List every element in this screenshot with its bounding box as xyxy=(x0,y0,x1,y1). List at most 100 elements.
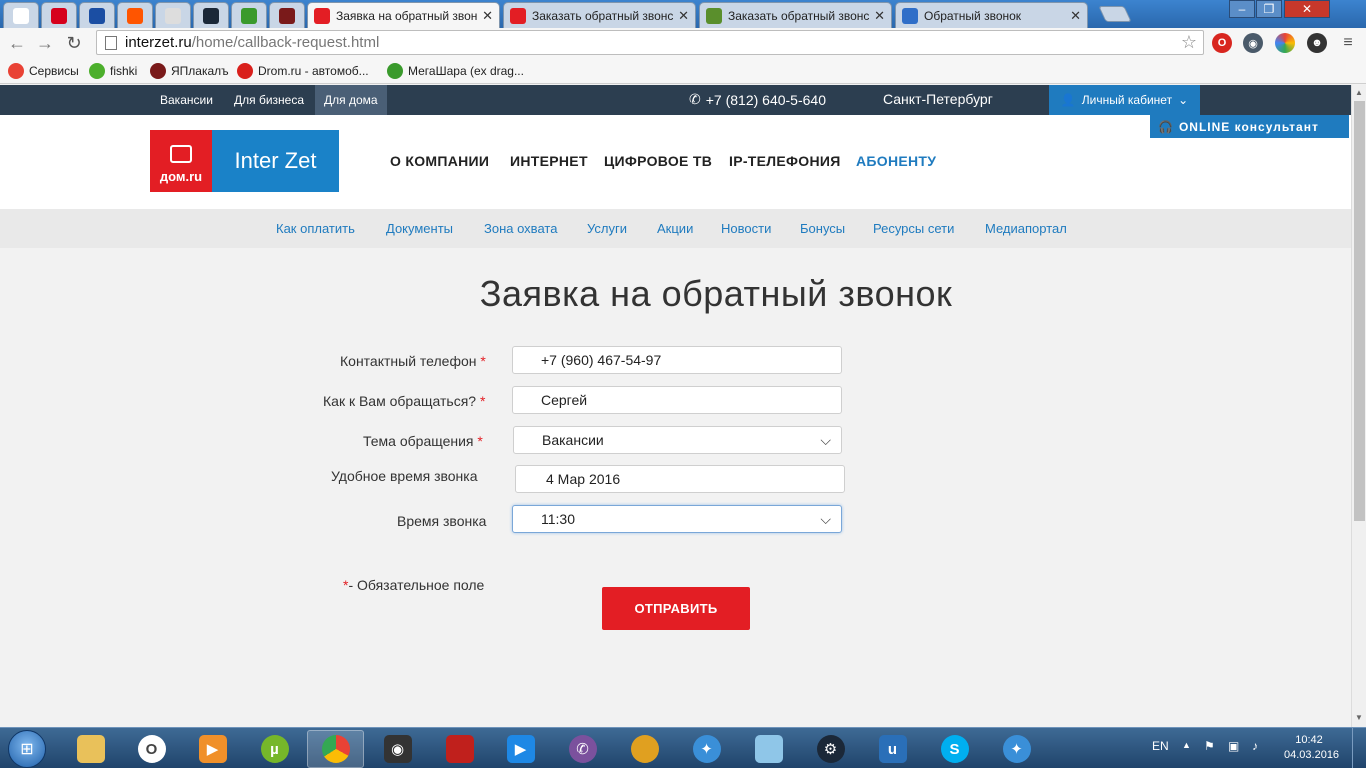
nav-about[interactable]: О КОМПАНИИ xyxy=(390,153,489,169)
new-tab-button[interactable] xyxy=(1098,6,1132,22)
minimize-window-button[interactable]: – xyxy=(1229,0,1255,18)
bookmark-item[interactable]: fishki xyxy=(89,62,137,80)
close-window-button[interactable]: ✕ xyxy=(1284,0,1330,18)
site-logo[interactable]: дом.ru Inter Zet xyxy=(150,130,339,192)
language-indicator[interactable]: EN xyxy=(1152,739,1169,753)
subnav-services[interactable]: Услуги xyxy=(587,221,627,236)
submit-button[interactable]: ОТПРАВИТЬ xyxy=(602,587,750,630)
scroll-down-icon[interactable]: ▼ xyxy=(1355,713,1363,722)
scrollbar-thumb[interactable] xyxy=(1354,101,1365,521)
game-taskbar-icon[interactable] xyxy=(616,730,673,768)
show-desktop-button[interactable] xyxy=(1352,728,1366,768)
menu-icon[interactable]: ≡ xyxy=(1338,33,1358,53)
phone-label: Контактный телефон * xyxy=(340,353,486,369)
network-icon[interactable]: ▣ xyxy=(1228,739,1239,753)
subnav-network-resources[interactable]: Ресурсы сети xyxy=(873,221,954,236)
eye-extension-icon[interactable]: ◉ xyxy=(1243,33,1263,53)
forward-icon[interactable]: → xyxy=(34,32,56,54)
flag-icon[interactable]: ⚑ xyxy=(1204,739,1215,753)
city-selector[interactable]: Санкт-Петербург xyxy=(883,91,993,107)
segment-business[interactable]: Для бизнеса xyxy=(225,85,313,115)
browser-tab[interactable]: Заказать обратный звонс ✕ xyxy=(699,2,892,28)
uplay-taskbar-icon[interactable]: u xyxy=(864,730,921,768)
safari-taskbar-icon[interactable]: ✦ xyxy=(678,730,735,768)
start-button[interactable]: ⊞ xyxy=(8,730,46,768)
segment-vacancies[interactable]: Вакансии xyxy=(151,85,222,115)
close-tab-icon[interactable]: ✕ xyxy=(874,8,885,24)
browser-tab[interactable] xyxy=(231,2,267,28)
date-field[interactable]: 4 Мар 2016 xyxy=(515,465,845,493)
skype-taskbar-icon[interactable]: S xyxy=(926,730,983,768)
close-tab-icon[interactable]: ✕ xyxy=(482,8,493,24)
site-topbar: Вакансии Для бизнеса Для дома ✆ +7 (812)… xyxy=(0,85,1351,115)
opera-extension-icon[interactable]: O xyxy=(1212,33,1232,53)
nav-subscriber[interactable]: АБОНЕНТУ xyxy=(856,153,936,169)
browser-tab[interactable] xyxy=(41,2,77,28)
subnav-documents[interactable]: Документы xyxy=(386,221,453,236)
chrome-taskbar-icon[interactable] xyxy=(307,730,364,768)
subnav-mediaportal[interactable]: Медиапортал xyxy=(985,221,1067,236)
online-consultant-button[interactable]: 🎧 ONLINE консультант xyxy=(1150,115,1349,138)
browser-tab[interactable] xyxy=(269,2,305,28)
explorer-taskbar-icon[interactable] xyxy=(62,730,119,768)
name-field[interactable]: Сергей xyxy=(512,386,842,414)
color-extension-icon[interactable] xyxy=(1275,33,1295,53)
notes-taskbar-icon[interactable] xyxy=(740,730,797,768)
nav-ip-telephony[interactable]: IP-ТЕЛЕФОНИЯ xyxy=(729,153,841,169)
scroll-up-icon[interactable]: ▲ xyxy=(1355,88,1363,97)
segment-home[interactable]: Для дома xyxy=(315,85,387,115)
volume-icon[interactable]: ♪ xyxy=(1252,739,1258,753)
personal-account-button[interactable]: 👤 Личный кабинет ⌄ xyxy=(1049,85,1200,115)
nav-digital-tv[interactable]: ЦИФРОВОЕ ТВ xyxy=(604,153,712,169)
subnav-promotions[interactable]: Акции xyxy=(657,221,693,236)
topic-select[interactable]: Вакансии ⌵ xyxy=(513,426,842,454)
subnav-news[interactable]: Новости xyxy=(721,221,771,236)
bookmark-item[interactable]: МегаШара (ex drag... xyxy=(387,62,524,80)
browser-tab[interactable] xyxy=(193,2,229,28)
taskbar-clock[interactable]: 10:42 04.03.2016 xyxy=(1284,733,1339,763)
viber-taskbar-icon[interactable]: ✆ xyxy=(554,730,611,768)
date-label: Удобное время звонка xyxy=(331,468,478,484)
page-scrollbar[interactable]: ▲ ▼ xyxy=(1351,85,1366,727)
utorrent-taskbar-icon[interactable]: µ xyxy=(246,730,303,768)
phone-field[interactable]: +7 (960) 467-54-97 xyxy=(512,346,842,374)
maximize-window-button[interactable]: ❐ xyxy=(1256,0,1282,18)
analytics-icon xyxy=(13,7,29,24)
browser-tab[interactable] xyxy=(79,2,115,28)
address-bar[interactable]: interzet.ru/home/callback-request.html ☆ xyxy=(96,30,1204,55)
subnav-how-to-pay[interactable]: Как оплатить xyxy=(276,221,355,236)
house-icon xyxy=(170,145,192,163)
browser-tab[interactable] xyxy=(117,2,153,28)
winrar-taskbar-icon[interactable] xyxy=(431,730,488,768)
bookmark-item[interactable]: Drom.ru - автомоб... xyxy=(237,62,369,80)
tray-expand-icon[interactable]: ▲ xyxy=(1182,740,1191,750)
speaker-app-taskbar-icon[interactable]: ◉ xyxy=(369,730,426,768)
browser-tab[interactable]: Заявка на обратный звон ✕ xyxy=(307,2,500,28)
browser-tab[interactable] xyxy=(3,2,39,28)
back-icon[interactable]: ← xyxy=(6,32,28,54)
sub-navigation: Как оплатить Документы Зона охвата Услуг… xyxy=(0,209,1351,248)
reload-icon[interactable]: ↻ xyxy=(63,32,85,54)
bookmark-label: Drom.ru - автомоб... xyxy=(258,64,369,78)
safari2-taskbar-icon[interactable]: ✦ xyxy=(988,730,1045,768)
phone-number[interactable]: ✆ +7 (812) 640-5-640 xyxy=(689,91,826,108)
browser-tab[interactable]: Заказать обратный звонс ✕ xyxy=(503,2,696,28)
subnav-coverage[interactable]: Зона охвата xyxy=(484,221,557,236)
subnav-bonuses[interactable]: Бонусы xyxy=(800,221,845,236)
arrow-app-taskbar-icon[interactable]: ▶ xyxy=(492,730,549,768)
media-player-taskbar-icon[interactable]: ▶ xyxy=(184,730,241,768)
close-tab-icon[interactable]: ✕ xyxy=(1070,8,1081,24)
browser-tab[interactable] xyxy=(155,2,191,28)
steam-taskbar-icon[interactable]: ⚙ xyxy=(802,730,859,768)
time-select[interactable]: 11:30 ⌵ xyxy=(512,505,842,533)
close-tab-icon[interactable]: ✕ xyxy=(678,8,689,24)
browser-tab[interactable]: Обратный звонок ✕ xyxy=(895,2,1088,28)
opera-taskbar-icon[interactable]: O xyxy=(123,730,180,768)
tab-label: Заказать обратный звонс xyxy=(532,8,674,23)
bookmark-item[interactable]: Сервисы xyxy=(8,62,79,80)
incognito-extension-icon[interactable]: ☻ xyxy=(1307,33,1327,53)
interzet-icon xyxy=(314,7,330,24)
bookmark-star-icon[interactable]: ☆ xyxy=(1181,32,1197,53)
bookmark-item[interactable]: ЯПлакалъ xyxy=(150,62,229,80)
nav-internet[interactable]: ИНТЕРНЕТ xyxy=(510,153,588,169)
